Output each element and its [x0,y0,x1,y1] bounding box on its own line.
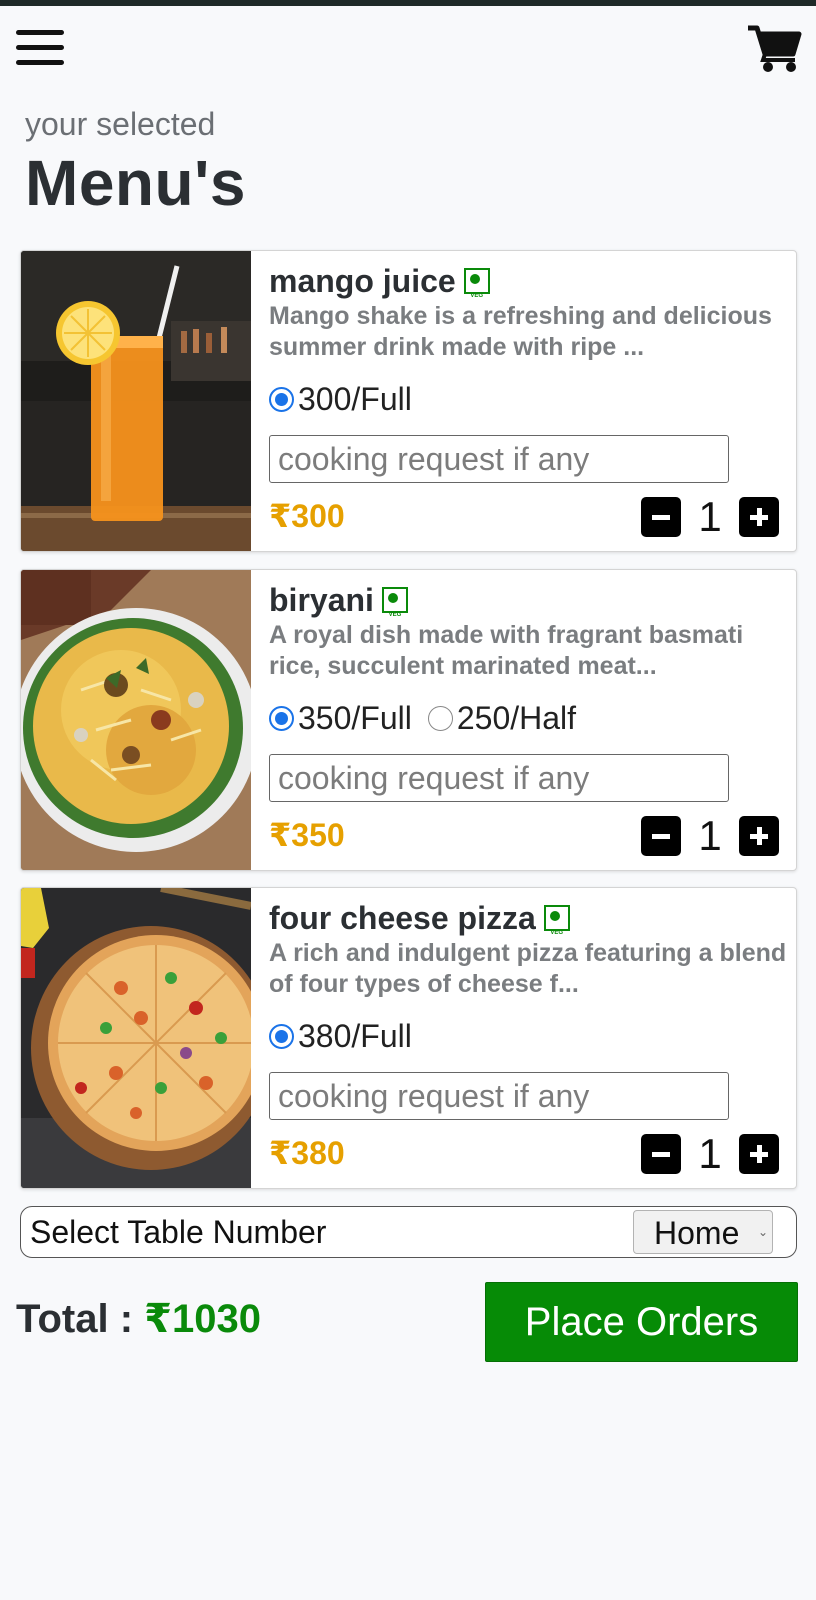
quantity-value: 1 [698,812,722,859]
biryani-photo [21,570,251,870]
item-price: ₹350 [269,817,345,853]
quantity-stepper: 1 [641,493,779,540]
quantity-stepper: 1 [641,812,779,859]
total-value: ₹1030 [144,1297,261,1341]
total-label: Total : [16,1297,145,1341]
item-name: four cheese pizza VEG [269,900,570,937]
radio-selected-icon[interactable] [269,386,294,412]
place-orders-button[interactable]: Place Orders [485,1282,798,1362]
radio-selected-icon[interactable] [269,1023,294,1049]
table-number-row: Select Table Number Home ⌄ [20,1206,797,1258]
decrease-quantity-button[interactable] [641,816,681,856]
table-number-label: Select Table Number [30,1214,327,1250]
cooking-request-input[interactable] [269,754,729,802]
veg-icon: VEG [543,904,570,937]
table-select-value: Home [654,1215,740,1251]
quantity-value: 1 [698,1130,722,1177]
item-description: A royal dish made with fragrant basmati … [269,621,744,680]
portion-option-half[interactable]: 250/Half [427,699,577,737]
page-title: Menu's [25,147,246,219]
radio-unselected-icon[interactable] [427,705,453,731]
item-price: ₹300 [269,498,345,534]
veg-icon: VEG [463,267,490,300]
menu-item-card: mango juice VEG Mango shake is a refreshi… [20,250,797,552]
option-label: 350/Full [298,699,412,736]
header [0,6,816,86]
increase-quantity-button[interactable] [739,1134,779,1174]
item-name: mango juice VEG [269,263,490,300]
option-label: 380/Full [298,1017,412,1054]
menu-item-card: biryani VEG A royal dish made with fragra… [20,569,797,871]
menu-item-card: four cheese pizza VEG A rich and indulgen… [20,887,797,1189]
order-total: Total : ₹1030 [16,1296,261,1342]
cooking-request-input[interactable] [269,435,729,483]
decrease-quantity-button[interactable] [641,497,681,537]
option-label: 250/Half [456,699,577,736]
option-label: 300/Full [298,380,412,417]
quantity-value: 1 [698,493,722,540]
decrease-quantity-button[interactable] [641,1134,681,1174]
pizza-photo [21,888,251,1188]
item-description: Mango shake is a refreshing and deliciou… [269,302,772,361]
veg-icon: VEG [381,586,408,619]
table-number-select[interactable]: Home ⌄ [633,1210,773,1254]
portion-option-full[interactable]: 350/Full [269,700,412,737]
cooking-request-input[interactable] [269,1072,729,1120]
item-price: ₹380 [269,1135,345,1171]
quantity-stepper: 1 [641,1130,779,1177]
portion-option-full[interactable]: 380/Full [269,1018,412,1055]
mango-juice-photo [21,251,251,551]
shopping-cart-icon[interactable] [746,22,802,74]
portion-option-full[interactable]: 300/Full [269,381,412,418]
portion-options: 350/Full 250/Half [269,698,592,738]
page-subtitle: your selected [25,106,216,142]
radio-selected-icon[interactable] [269,705,294,731]
hamburger-menu-icon[interactable] [16,28,64,68]
increase-quantity-button[interactable] [739,816,779,856]
item-name: biryani VEG [269,582,408,619]
increase-quantity-button[interactable] [739,497,779,537]
portion-options: 300/Full [269,379,428,419]
chevron-down-icon: ⌄ [757,1225,768,1239]
item-description: A rich and indulgent pizza featuring a b… [269,939,787,998]
portion-options: 380/Full [269,1016,428,1056]
